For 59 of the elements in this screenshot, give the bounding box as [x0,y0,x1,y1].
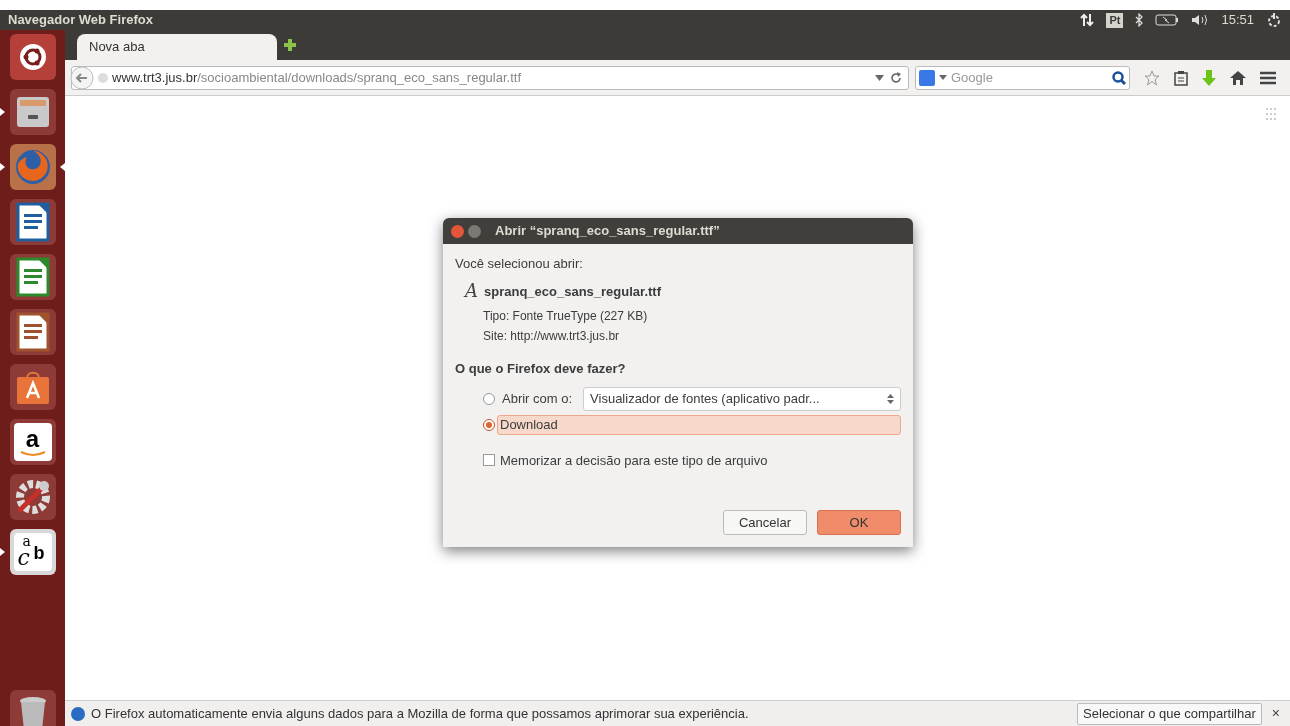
volume-icon[interactable] [1191,13,1210,27]
search-field[interactable]: Google [915,65,1130,90]
keyboard-layout-indicator[interactable]: Pt [1106,12,1124,28]
ok-button[interactable]: OK [817,510,901,535]
letter-glyph: b [33,543,45,563]
minimize-icon[interactable] [468,224,481,238]
url-text: www.trt3.jus.br/socioambiental/downloads/spranq_eco_sans_regular.ttf [112,68,521,87]
intro-text: Você selecionou abrir: [455,255,584,273]
spreadsheet-icon[interactable] [9,254,56,300]
close-button[interactable]: × [1267,703,1284,724]
file-site: Site: http://www.trt3.jus.br [483,328,621,345]
power-gear-icon[interactable] [1266,12,1282,28]
dropdown-caret-icon[interactable] [939,75,947,80]
cancel-button[interactable]: Cancelar [723,510,807,535]
menu-icon[interactable] [1260,70,1276,85]
dialog-title: Abrir “spranq_eco_sans_regular.ttf” [495,222,720,241]
url-field[interactable]: www.trt3.jus.br/socioambiental/downloads/spranq_eco_sans_regular.ttf [71,65,909,90]
gear-wrench-icon[interactable] [9,474,56,520]
dropdown-caret-icon[interactable] [875,74,884,81]
trash-icon[interactable] [9,690,56,726]
shopping-bag-icon[interactable] [9,364,56,410]
home-icon[interactable] [1230,70,1246,85]
select-value: Visualizador de fontes (aplicativo padr... [590,389,820,408]
checkbox-label[interactable]: Memorizar a decisão para este tipo de arquivo [500,450,768,470]
ubuntu-logo-icon[interactable] [9,34,56,80]
amazon-icon[interactable]: a [9,419,56,465]
firefox-icon[interactable] [9,144,56,190]
search-input[interactable]: Google [951,67,1108,88]
presentation-icon[interactable] [9,309,56,355]
reload-icon[interactable] [890,71,902,84]
letter-glyph: a [25,427,40,451]
font-file-icon: A [465,282,478,301]
bookmark-star-icon[interactable] [1144,69,1160,86]
network-arrows-icon[interactable] [1080,13,1095,27]
letter-glyph: c [17,547,30,569]
option-label[interactable]: Abrir com o: [500,388,575,409]
updown-caret-icon [887,393,894,404]
clipboard-list-icon[interactable] [1174,69,1188,86]
notification-text: O Firefox automaticamente envia alguns dados para a Mozilla de forma que possamos aprimorar sua experiência. [91,704,749,723]
new-tab-plus-icon[interactable] [283,38,297,52]
file-name: spranq_eco_sans_regular.ttf [484,282,662,301]
close-icon[interactable] [451,224,464,238]
text-document-icon[interactable] [9,199,56,245]
file-type: Tipo: Fonte TrueType (227 KB) [483,308,649,325]
clock[interactable]: 15:51 [1221,10,1254,30]
checkbox[interactable] [483,454,495,467]
search-icon[interactable] [1112,70,1126,85]
window-title: Navegador Web Firefox [8,11,153,30]
option-label[interactable]: Download [497,414,901,435]
question-heading: O que o Firefox deve fazer? [455,360,627,378]
radio-button[interactable] [483,392,495,405]
share-selection-button[interactable]: Selecionar o que compartilhar [1077,702,1262,725]
battery-icon[interactable] [1155,14,1180,26]
letter-glyph: a [22,533,31,549]
radio-button[interactable] [483,418,495,431]
bluetooth-icon[interactable] [1135,13,1144,27]
file-cabinet-icon[interactable] [9,89,56,135]
app-select[interactable]: Visualizador de fontes (aplicativo padr... [583,386,901,411]
browser-tab[interactable]: Nova aba [77,34,277,60]
